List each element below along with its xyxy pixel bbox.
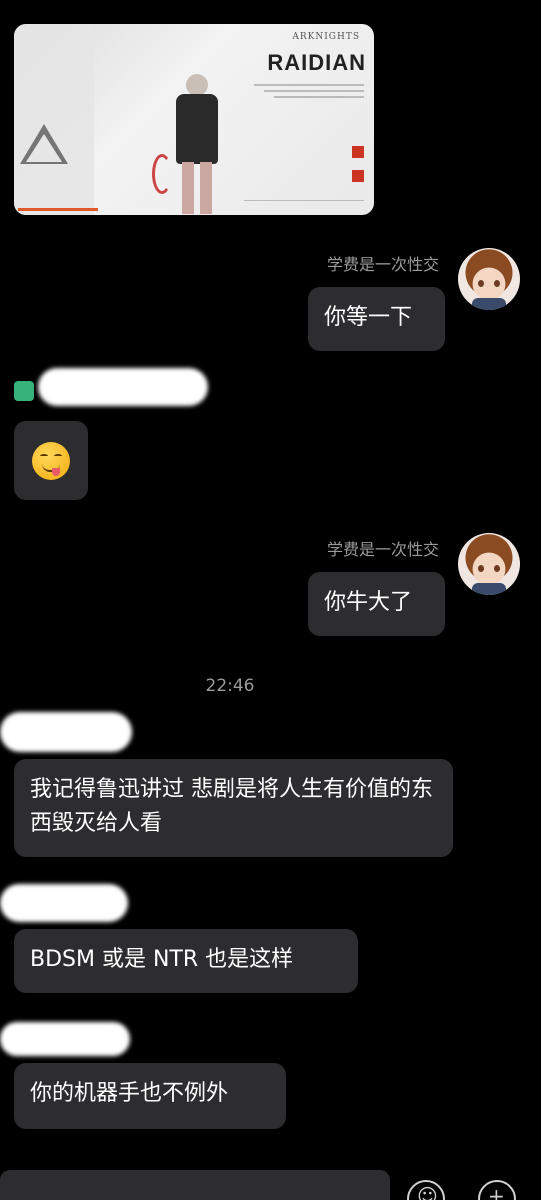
message-text: 你的机器手也不例外: [30, 1081, 229, 1106]
redacted-sender: [0, 712, 132, 752]
member-badge: [14, 381, 34, 401]
emoji-icon: ☺: [417, 1184, 438, 1200]
message-bubble[interactable]: [14, 421, 88, 500]
message-bubble[interactable]: 你等一下: [308, 287, 445, 351]
message-bubble[interactable]: 你的机器手也不例外: [14, 1063, 286, 1129]
character-figure: [152, 64, 224, 214]
redacted-sender: [38, 368, 208, 406]
redacted-sender: [0, 1022, 130, 1056]
add-button[interactable]: +: [478, 1180, 516, 1200]
message-bubble[interactable]: 我记得鲁迅讲过 悲剧是将人生有价值的东西毁灭给人看: [14, 759, 453, 857]
sender-name: 学费是一次性交: [326, 540, 439, 559]
message-bubble[interactable]: 你牛大了: [308, 572, 445, 636]
image-brand: ARKNIGHTS: [292, 32, 360, 42]
message-bubble[interactable]: BDSM 或是 NTR 也是这样: [14, 929, 358, 993]
message-text: 我记得鲁迅讲过 悲剧是将人生有价值的东西毁灭给人看: [30, 777, 433, 836]
add-icon: +: [488, 1184, 505, 1200]
message-text: 你牛大了: [324, 590, 413, 615]
message-text: BDSM 或是 NTR 也是这样: [30, 947, 294, 972]
message-text: 你等一下: [324, 305, 413, 330]
timestamp: 22:46: [205, 676, 255, 696]
image-left-panel: [14, 24, 94, 215]
avatar[interactable]: [458, 248, 520, 310]
image-title: RAIDIAN: [267, 50, 366, 75]
sender-name: 学费是一次性交: [326, 255, 439, 274]
message-input[interactable]: [0, 1170, 390, 1200]
shared-image-card[interactable]: ARKNIGHTS RAIDIAN: [14, 24, 374, 215]
redacted-sender: [0, 884, 128, 922]
avatar[interactable]: [458, 533, 520, 595]
emoji-button[interactable]: ☺: [407, 1180, 445, 1200]
face-savoring-food-emoji: [32, 441, 70, 480]
skill-icon: [352, 170, 364, 182]
skill-icon: [352, 146, 364, 158]
